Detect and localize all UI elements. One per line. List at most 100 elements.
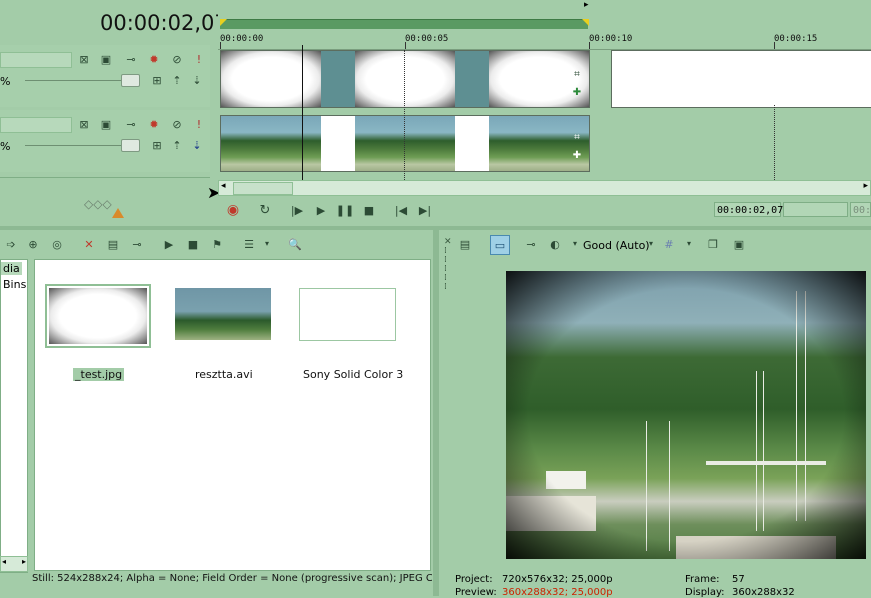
clip-resztta-avi-track2[interactable]: ⌗ ✚ — [220, 115, 590, 172]
play-icon[interactable]: ▶ — [160, 235, 178, 253]
views-icon[interactable]: ☰ — [240, 235, 258, 253]
crop-icon[interactable]: ⌗ — [569, 67, 585, 83]
file-item-resztta-avi[interactable] — [175, 288, 271, 340]
video-track-header-1[interactable]: ⊠ ▣ ⊸ ✹ ⊘ ! % ⊞ ⇡ ⇣ — [0, 45, 210, 107]
video-fx-icon[interactable]: ⊸ — [522, 235, 540, 253]
generated-media-icon[interactable]: ⊞ — [148, 71, 166, 89]
vertical-splitter[interactable] — [433, 230, 439, 596]
zoom-nav-icon[interactable]: ◇◇◇ — [84, 197, 112, 211]
gridline — [774, 105, 775, 180]
forward-icon[interactable]: ➩ — [2, 235, 20, 253]
chevron-down-icon[interactable]: ▾ — [258, 235, 276, 253]
marker-flag-icon[interactable]: ▸ — [584, 0, 589, 10]
track-motion-icon[interactable]: ▣ — [97, 115, 115, 133]
cursor-time-field[interactable]: 00:00:02,07 — [714, 202, 783, 217]
bypass-motion-blur-icon[interactable]: ⊠ — [75, 50, 93, 68]
prev-marker-icon[interactable]: |◀ — [392, 201, 410, 219]
properties-icon[interactable]: ▤ — [456, 235, 474, 253]
loop-icon[interactable]: ↻ — [256, 201, 274, 219]
preview-quality-select[interactable]: Good (Auto) — [583, 239, 650, 252]
timeline-scrollbar[interactable]: ◂ ▸ — [218, 180, 871, 196]
scroll-right-icon[interactable]: ▸ — [863, 181, 868, 191]
time-ruler[interactable]: 00:00:00 00:00:05 00:00:10 00:00:15 — [218, 29, 871, 50]
stop-icon[interactable]: ■ — [184, 235, 202, 253]
file-item-solid-color[interactable] — [299, 288, 396, 341]
file-label[interactable]: _test.jpg — [73, 368, 125, 381]
pause-icon[interactable]: ❚❚ — [336, 201, 354, 219]
track-fx-icon[interactable]: ✹ — [145, 50, 163, 68]
media-file-pane[interactable]: _test.jpg resztta.avi Sony Solid Color 3 — [34, 259, 431, 571]
scroll-right-icon[interactable]: ▸ — [22, 557, 26, 566]
scroll-left-icon[interactable]: ◂ — [221, 181, 226, 191]
parent-track-icon[interactable]: ⇡ — [168, 136, 186, 154]
track-name-field-2[interactable] — [0, 117, 72, 133]
zoom-marker-icon[interactable] — [112, 208, 124, 218]
composite-mode-icon[interactable]: ⊸ — [122, 115, 140, 133]
clip-fx-icon[interactable]: ✚ — [569, 148, 585, 164]
tree-item-bins[interactable]: Bins — [1, 278, 27, 291]
next-marker-icon[interactable]: ▶| — [416, 201, 434, 219]
project-value: 720x576x32; 25,000p — [502, 574, 613, 585]
selection-length-field[interactable] — [783, 202, 848, 217]
scrollbar-thumb[interactable] — [233, 182, 293, 195]
properties-icon[interactable]: ▤ — [104, 235, 122, 253]
record-icon[interactable]: ◉ — [224, 201, 242, 219]
solo-icon[interactable]: ! — [190, 50, 208, 68]
search-icon[interactable]: 🔍 — [286, 235, 304, 253]
crop-icon[interactable]: ⌗ — [569, 130, 585, 146]
clip-frame — [355, 116, 455, 171]
file-label[interactable]: resztta.avi — [195, 368, 253, 381]
loop-end-marker[interactable] — [582, 19, 589, 26]
media-status-text: Still: 524x288x24; Alpha = None; Field O… — [32, 573, 432, 584]
chevron-down-icon[interactable]: ▾ — [642, 235, 660, 253]
save-icon[interactable]: ▣ — [730, 235, 748, 253]
media-fx-icon[interactable]: ⊸ — [128, 235, 146, 253]
selection-end-field[interactable]: 00: — [850, 202, 871, 217]
ruler-label-10: 00:00:10 — [589, 34, 633, 44]
auto-preview-icon[interactable]: ⚑ — [208, 235, 226, 253]
file-item-test-jpg[interactable] — [45, 284, 151, 348]
parent-track-icon[interactable]: ⇡ — [168, 71, 186, 89]
delete-icon[interactable]: ✕ — [80, 235, 98, 253]
generated-media-icon[interactable]: ⊞ — [148, 136, 166, 154]
composite-mode-icon[interactable]: ⊸ — [122, 50, 140, 68]
track-name-field-1[interactable] — [0, 52, 72, 68]
mute-icon[interactable]: ⊘ — [168, 115, 186, 133]
stop-icon[interactable]: ■ — [360, 201, 378, 219]
solo-icon[interactable]: ! — [190, 115, 208, 133]
timeline[interactable]: ▸ 00:00:00 00:00:05 00:00:10 00:00:15 ⌗ … — [218, 0, 871, 200]
track-fx-icon[interactable]: ✹ — [145, 115, 163, 133]
chevron-down-icon[interactable]: ▾ — [566, 235, 584, 253]
playhead-cursor[interactable] — [302, 45, 303, 180]
mute-icon[interactable]: ⊘ — [168, 50, 186, 68]
file-label[interactable]: Sony Solid Color 3 — [303, 368, 403, 381]
explorer-toolbar: ➩ ⊕ ◎ ✕ ▤ ⊸ ▶ ■ ⚑ ☰ ▾ 🔍 — [0, 232, 435, 256]
import-media-icon[interactable]: ⊕ — [24, 235, 42, 253]
split-screen-icon[interactable]: ◐ — [546, 235, 564, 253]
monitor-icon[interactable]: ▭ — [490, 235, 510, 255]
child-track-icon[interactable]: ⇣ — [188, 71, 206, 89]
child-track-icon[interactable]: ⇣ — [188, 136, 206, 154]
level-slider-thumb[interactable] — [121, 139, 140, 152]
bypass-motion-blur-icon[interactable]: ⊠ — [75, 115, 93, 133]
preview-frame — [506, 271, 866, 559]
copy-icon[interactable]: ❐ — [704, 235, 722, 253]
tree-item-media[interactable]: dia — [1, 262, 22, 275]
loop-start-marker[interactable] — [220, 19, 227, 26]
search-media-icon[interactable]: ◎ — [48, 235, 66, 253]
media-tree-pane[interactable]: dia Bins — [0, 259, 28, 573]
clip-solid-color-track1[interactable] — [611, 50, 871, 108]
chevron-down-icon[interactable]: ▾ — [680, 235, 698, 253]
clip-test-jpg-track1[interactable]: ⌗ ✚ — [220, 50, 590, 108]
level-slider-thumb[interactable] — [121, 74, 140, 87]
clip-fx-icon[interactable]: ✚ — [569, 85, 585, 101]
preview-value: 360x288x32; 25,000p — [502, 587, 613, 598]
scroll-left-icon[interactable]: ◂ — [2, 557, 6, 566]
play-from-start-icon[interactable]: |▶ — [288, 201, 306, 219]
preview-label: Preview: — [455, 587, 497, 598]
play-icon[interactable]: ▶ — [312, 201, 330, 219]
tree-scrollbar[interactable]: ◂ ▸ — [0, 556, 28, 572]
video-track-header-2[interactable]: ⊠ ▣ ⊸ ✹ ⊘ ! % ⊞ ⇡ ⇣ — [0, 110, 210, 172]
grid-icon[interactable]: # — [660, 235, 678, 253]
track-motion-icon[interactable]: ▣ — [97, 50, 115, 68]
